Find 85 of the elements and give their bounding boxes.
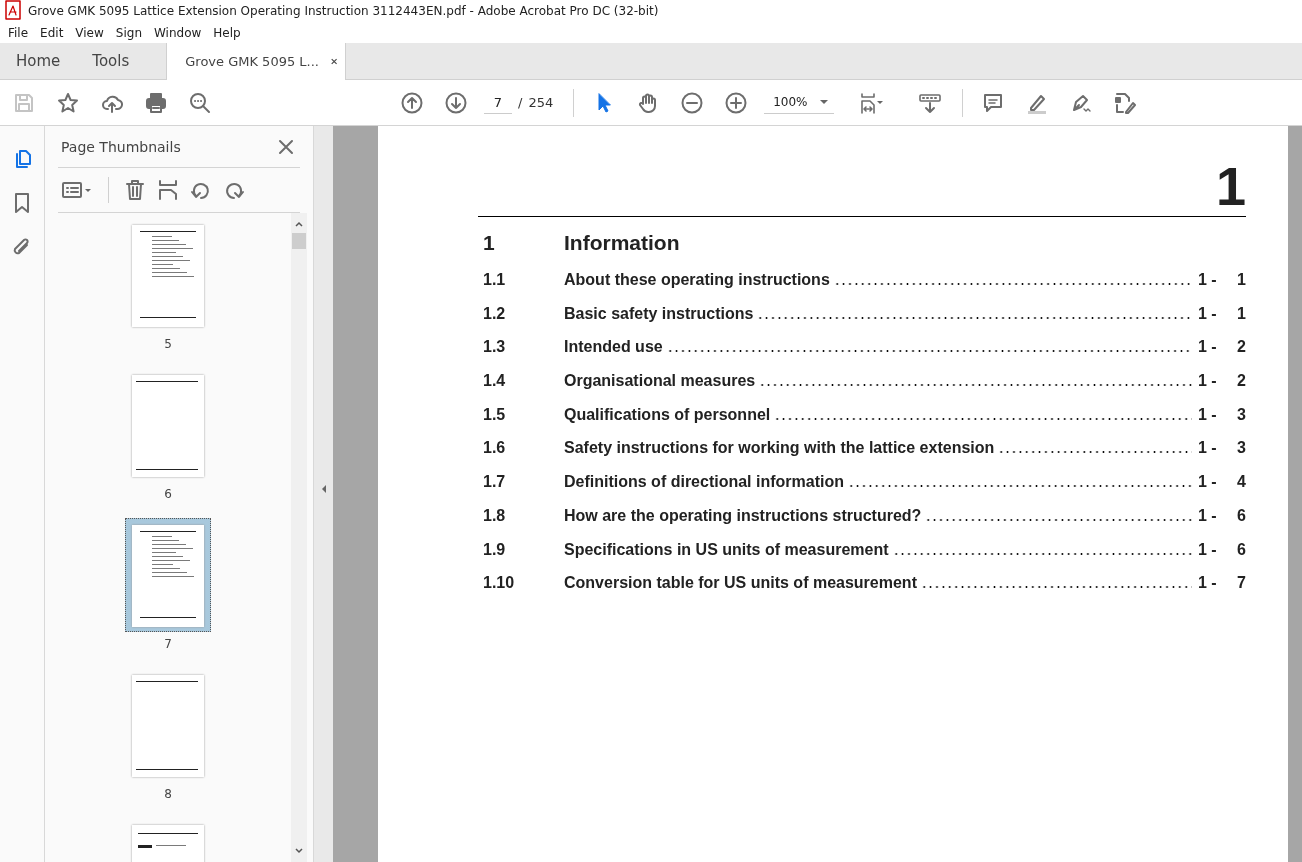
heading-number: 1 [482, 231, 496, 255]
scroll-down-icon[interactable] [294, 846, 304, 856]
section-title: Safety instructions for working with the lattice extension [564, 439, 995, 458]
scrollbar[interactable] [291, 213, 307, 862]
page-number: 7 [1236, 574, 1246, 593]
window-title: Grove GMK 5095 Lattice Extension Operating Instruction 3112443EN.pdf - Adobe Acrobat Pro DC (32-bit) [28, 4, 659, 18]
chapter-prefix: 1 - [1198, 506, 1218, 525]
section-number: 1.2 [482, 304, 507, 323]
section-number: 1.8 [482, 506, 507, 525]
scroll-up-icon[interactable] [294, 219, 304, 229]
menu-item[interactable]: Sign [109, 25, 148, 40]
page-number: 2 [1236, 338, 1246, 357]
panel-title: Page Thumbnails [61, 138, 181, 155]
section-number: 1.9 [482, 540, 507, 559]
section-number: 1.4 [482, 372, 507, 391]
zoom-in-icon[interactable] [725, 91, 748, 114]
zoom-out-icon[interactable] [681, 91, 704, 114]
section-number: 1.10 [482, 574, 516, 593]
page-thumbnail[interactable] [132, 675, 204, 777]
menu-item[interactable]: Help [207, 25, 247, 40]
chapter-prefix: 1 - [1198, 372, 1218, 391]
comment-icon[interactable] [982, 91, 1005, 114]
chapter-prefix: 1 - [1198, 540, 1218, 559]
menu-item[interactable]: File [2, 25, 35, 40]
extract-page-icon[interactable] [157, 179, 179, 201]
page-number: 1 [1236, 304, 1246, 323]
chapter-prefix: 1 - [1198, 439, 1218, 458]
page-number-field[interactable]: 7 [484, 91, 512, 114]
section-title: Conversion table for US units of measurement [564, 574, 917, 593]
section-title: Intended use [564, 338, 663, 357]
heading-title: Information [564, 231, 680, 255]
scroll-mode-icon[interactable] [919, 91, 942, 114]
star-icon[interactable] [57, 91, 79, 114]
search-icon[interactable] [189, 91, 211, 114]
scroll-thumb[interactable] [292, 233, 306, 249]
page-label: 5 [164, 337, 172, 351]
section-number: 1.6 [482, 439, 507, 458]
zoom-dropdown[interactable]: 100% [764, 91, 835, 114]
section-title: Specifications in US units of measurement [564, 540, 889, 559]
page-number: 1 [1236, 271, 1246, 289]
chapter-prefix: 1 - [1198, 574, 1218, 593]
section-title: Definitions of directional information [564, 473, 844, 492]
section-title: About these operating instructions [564, 271, 830, 289]
chapter-prefix: 1 - [1198, 338, 1218, 357]
menu-item[interactable]: Edit [34, 25, 70, 40]
trash-icon[interactable] [124, 179, 146, 201]
tab[interactable]: Tools [76, 43, 146, 79]
page-number: 2 [1236, 372, 1246, 391]
page-label: 7 [164, 637, 172, 651]
tab[interactable]: Grove GMK 5095 L... [166, 43, 347, 80]
page-down-icon[interactable] [445, 91, 467, 114]
chapter-prefix: 1 - [1198, 473, 1218, 492]
page-number: 6 [1236, 506, 1246, 525]
tab[interactable]: Home [0, 43, 77, 79]
page-number: 3 [1236, 405, 1246, 424]
section-title: Organisational measures [564, 372, 756, 391]
close-icon[interactable] [330, 57, 338, 66]
section-number: 1.1 [482, 271, 507, 289]
page-count: 254 [528, 95, 554, 110]
page-thumbnail[interactable] [132, 225, 204, 327]
page-thumbnail[interactable] [132, 525, 204, 627]
page-separator: / [518, 95, 523, 110]
section-title: How are the operating instructions structured? [564, 506, 922, 525]
page-up-icon[interactable] [401, 91, 423, 114]
page-number: 3 [1236, 439, 1246, 458]
chapter-prefix: 1 - [1198, 271, 1218, 289]
chapter-number: 1 [1214, 156, 1246, 216]
section-title: Qualifications of personnel [564, 405, 771, 424]
menu-item[interactable]: Window [148, 25, 208, 40]
section-number: 1.3 [482, 338, 507, 357]
edit-page-icon[interactable] [1114, 91, 1137, 114]
section-number: 1.7 [482, 473, 507, 492]
options-menu-icon[interactable] [61, 179, 93, 201]
section-title: Basic safety instructions [564, 304, 754, 323]
page-number: 4 [1236, 473, 1246, 492]
menu-item[interactable]: View [69, 25, 110, 40]
chapter-prefix: 1 - [1198, 304, 1218, 323]
page-number: 6 [1236, 540, 1246, 559]
section-number: 1.5 [482, 405, 507, 424]
thumbnail-frame[interactable] [125, 518, 211, 632]
print-icon[interactable] [145, 91, 167, 114]
page-label: 8 [164, 787, 172, 801]
page-thumbnail[interactable] [132, 375, 204, 477]
chapter-prefix: 1 - [1198, 405, 1218, 424]
page-label: 6 [164, 487, 172, 501]
